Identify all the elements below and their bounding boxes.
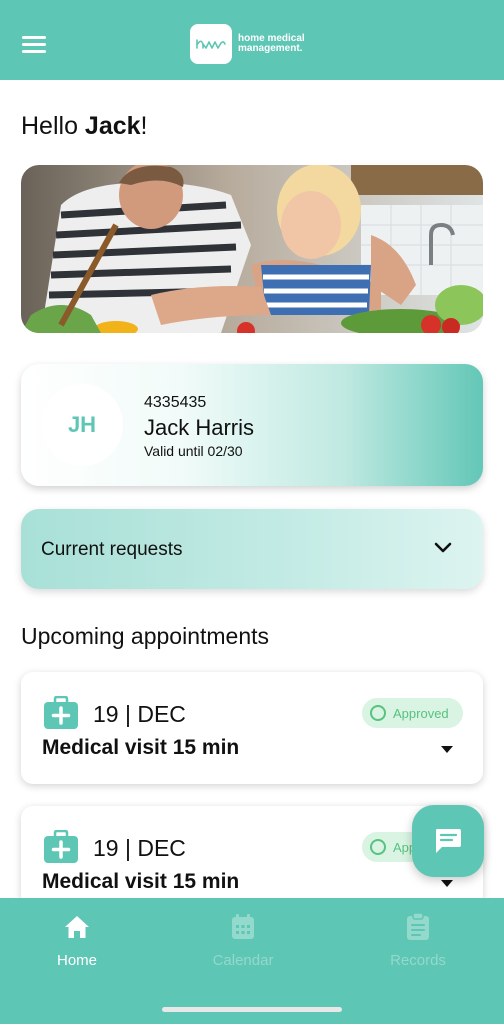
menu-icon[interactable] <box>22 34 48 54</box>
appointment-date: 19 | DEC <box>93 701 186 727</box>
caret-down-icon[interactable] <box>441 746 453 754</box>
home-icon <box>65 916 89 938</box>
member-name: Jack Harris <box>144 415 255 440</box>
logo-text: home medical management. <box>238 33 305 54</box>
chevron-down-icon <box>434 542 452 553</box>
caret-down-icon[interactable] <box>441 880 453 888</box>
nav-item-home[interactable]: Home <box>17 912 137 969</box>
upcoming-appointments-title: Upcoming appointments <box>21 623 270 649</box>
clipboard-icon <box>407 913 429 940</box>
appointment-date: 19 | DEC <box>93 835 186 861</box>
status-circle-icon <box>370 705 386 721</box>
bottom-nav: Home Calendar Records <box>0 898 504 1024</box>
user-first-name: Jack <box>84 112 141 140</box>
status-circle-icon <box>370 839 386 855</box>
status-badge-label: Approved <box>393 705 449 721</box>
appointment-title: Medical visit 15 min <box>42 736 240 759</box>
appointment-title: Medical visit 15 min <box>42 870 240 893</box>
nav-label-home: Home <box>56 952 97 969</box>
chat-icon <box>436 829 461 853</box>
home-indicator <box>162 1007 342 1012</box>
nav-label-records: Records <box>390 952 446 969</box>
status-badge: Approved <box>362 698 463 728</box>
logo-mark-icon <box>190 24 232 64</box>
current-requests-accordion[interactable]: Current requests <box>21 509 483 589</box>
chat-button[interactable] <box>412 805 484 877</box>
current-requests-label: Current requests <box>41 539 183 560</box>
member-card[interactable]: JH 4335435 Jack Harris Valid until 02/30 <box>21 364 483 486</box>
nav-item-records[interactable]: Records <box>358 912 478 969</box>
calendar-icon <box>232 914 254 939</box>
app-logo: home medical management. <box>190 24 328 64</box>
nav-label-calendar: Calendar <box>212 952 274 969</box>
member-valid-until: Valid until 02/30 <box>144 443 243 459</box>
nav-item-calendar[interactable]: Calendar <box>183 912 303 969</box>
hero-image <box>21 165 483 333</box>
medical-kit-icon <box>44 830 78 863</box>
medical-kit-icon <box>44 696 78 729</box>
appointment-card[interactable]: 19 | DEC Approved Medical visit 15 min <box>21 672 483 784</box>
greeting: Hello Jack! <box>21 112 148 140</box>
avatar: JH <box>41 384 123 466</box>
top-bar: home medical management. <box>0 0 504 80</box>
member-id: 4335435 <box>144 394 207 411</box>
